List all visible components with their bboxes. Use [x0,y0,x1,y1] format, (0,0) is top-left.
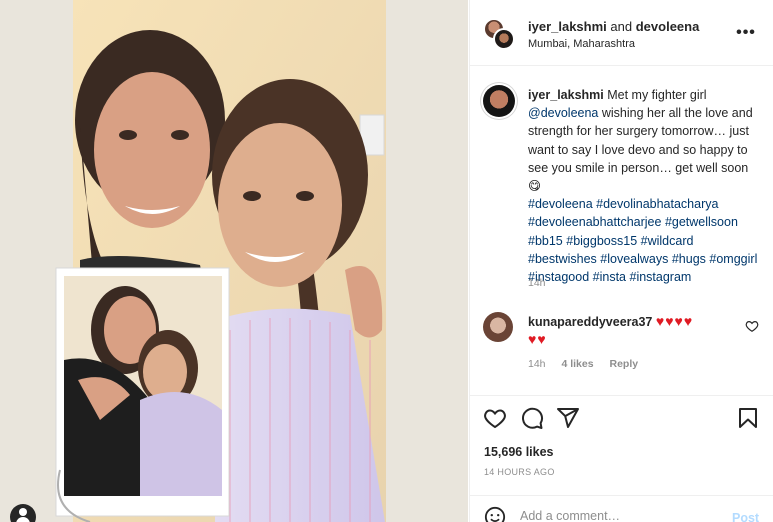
hashtag-link[interactable]: #lovealways [600,252,668,266]
hashtag-link[interactable]: #biggboss15 [566,234,637,248]
hashtag-list: #devoleena #devolinabhatacharya #devolee… [528,197,757,284]
comment-text: ♥♥ [528,331,547,347]
post-timestamp[interactable]: 14 HOURS AGO [484,467,555,477]
comment-username[interactable]: kunapareddyveera37 [528,315,652,329]
avatar[interactable] [493,28,515,50]
comment-icon[interactable] [520,406,544,430]
hashtag-link[interactable]: #devoleenabhattcharjee [528,215,661,229]
add-comment-bar: Post [470,495,773,522]
share-icon[interactable] [556,406,580,430]
photo-image [0,0,468,522]
caption-timestamp[interactable]: 14h [528,277,546,289]
comment-meta: 14h 4 likes Reply [528,358,651,370]
post-header: iyer_lakshmi and devoleena Mumbai, Mahar… [470,0,773,66]
emoji: 😋 [528,179,542,194]
comment-likes[interactable]: 4 likes [561,358,593,370]
more-horizontal-icon[interactable]: ••• [736,23,756,43]
avatar[interactable] [483,312,513,342]
author-conjunction: and [610,19,633,34]
collab-avatars[interactable] [483,18,515,50]
comment-text: ♥♥♥♥ [655,313,694,329]
reply-button[interactable]: Reply [610,358,639,370]
caption-text: Met my fighter girl [607,88,707,102]
bookmark-icon[interactable] [736,406,760,430]
post-photo[interactable] [0,0,468,522]
emoji-icon[interactable] [484,506,506,522]
hashtag-link[interactable]: #devolinabhatacharya [596,197,718,211]
hashtag-link[interactable]: #devoleena [528,197,593,211]
avatar[interactable] [483,85,515,117]
hashtag-link[interactable]: #bb15 [528,234,563,248]
heart-icon[interactable] [483,406,507,430]
hashtag-link[interactable]: #getwellsoon [665,215,738,229]
post-actions [470,395,773,441]
heart-icon[interactable] [745,319,759,333]
coauthor-link[interactable]: devoleena [636,19,700,34]
hashtag-link[interactable]: #instagram [630,270,692,284]
author-link[interactable]: iyer_lakshmi [528,19,607,34]
comment: kunapareddyveera37 ♥♥♥♥ ♥♥ [528,313,728,349]
hashtag-link[interactable]: #bestwishes [528,252,597,266]
hashtag-link[interactable]: #hugs [672,252,706,266]
caption-username[interactable]: iyer_lakshmi [528,88,604,102]
hashtag-link[interactable]: #omggirl [709,252,757,266]
post-caption: iyer_lakshmi Met my fighter girl @devole… [528,86,760,286]
comment-timestamp[interactable]: 14h [528,358,546,370]
hashtag-link[interactable]: #wildcard [641,234,694,248]
post-authors: iyer_lakshmi and devoleena [528,19,699,34]
likes-count[interactable]: 15,696 likes [484,445,554,459]
location-link[interactable]: Mumbai, Maharashtra [528,38,635,50]
comment-input[interactable] [520,509,720,522]
mention-link[interactable]: @devoleena [528,106,598,120]
post-side-panel: iyer_lakshmi and devoleena Mumbai, Mahar… [469,0,773,522]
hashtag-link[interactable]: #insta [593,270,626,284]
post-button[interactable]: Post [732,511,759,522]
